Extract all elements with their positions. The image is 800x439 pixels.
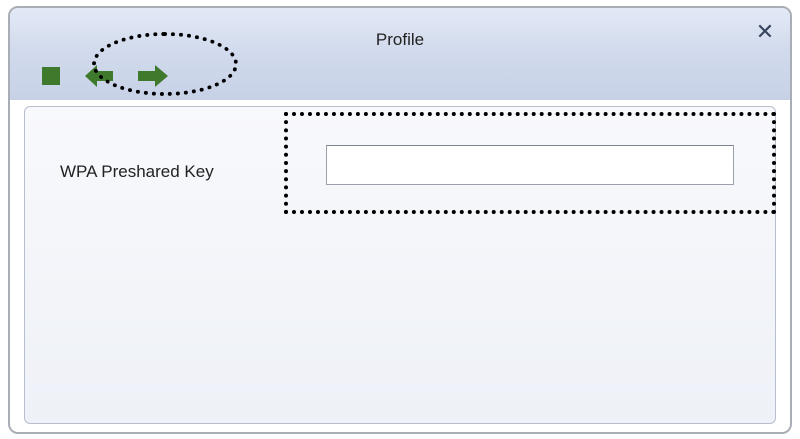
forward-arrow-icon[interactable] [138,64,168,88]
back-arrow-icon[interactable] [85,64,113,88]
wpa-key-input[interactable] [326,145,734,185]
window-title: Profile [375,30,425,49]
profile-window: Profile ✕ WPA Preshared Key [8,6,792,434]
close-icon[interactable]: ✕ [754,22,776,44]
window-header: Profile ✕ [10,8,790,100]
wpa-key-label: WPA Preshared Key [60,162,214,181]
stop-icon[interactable] [42,67,60,85]
